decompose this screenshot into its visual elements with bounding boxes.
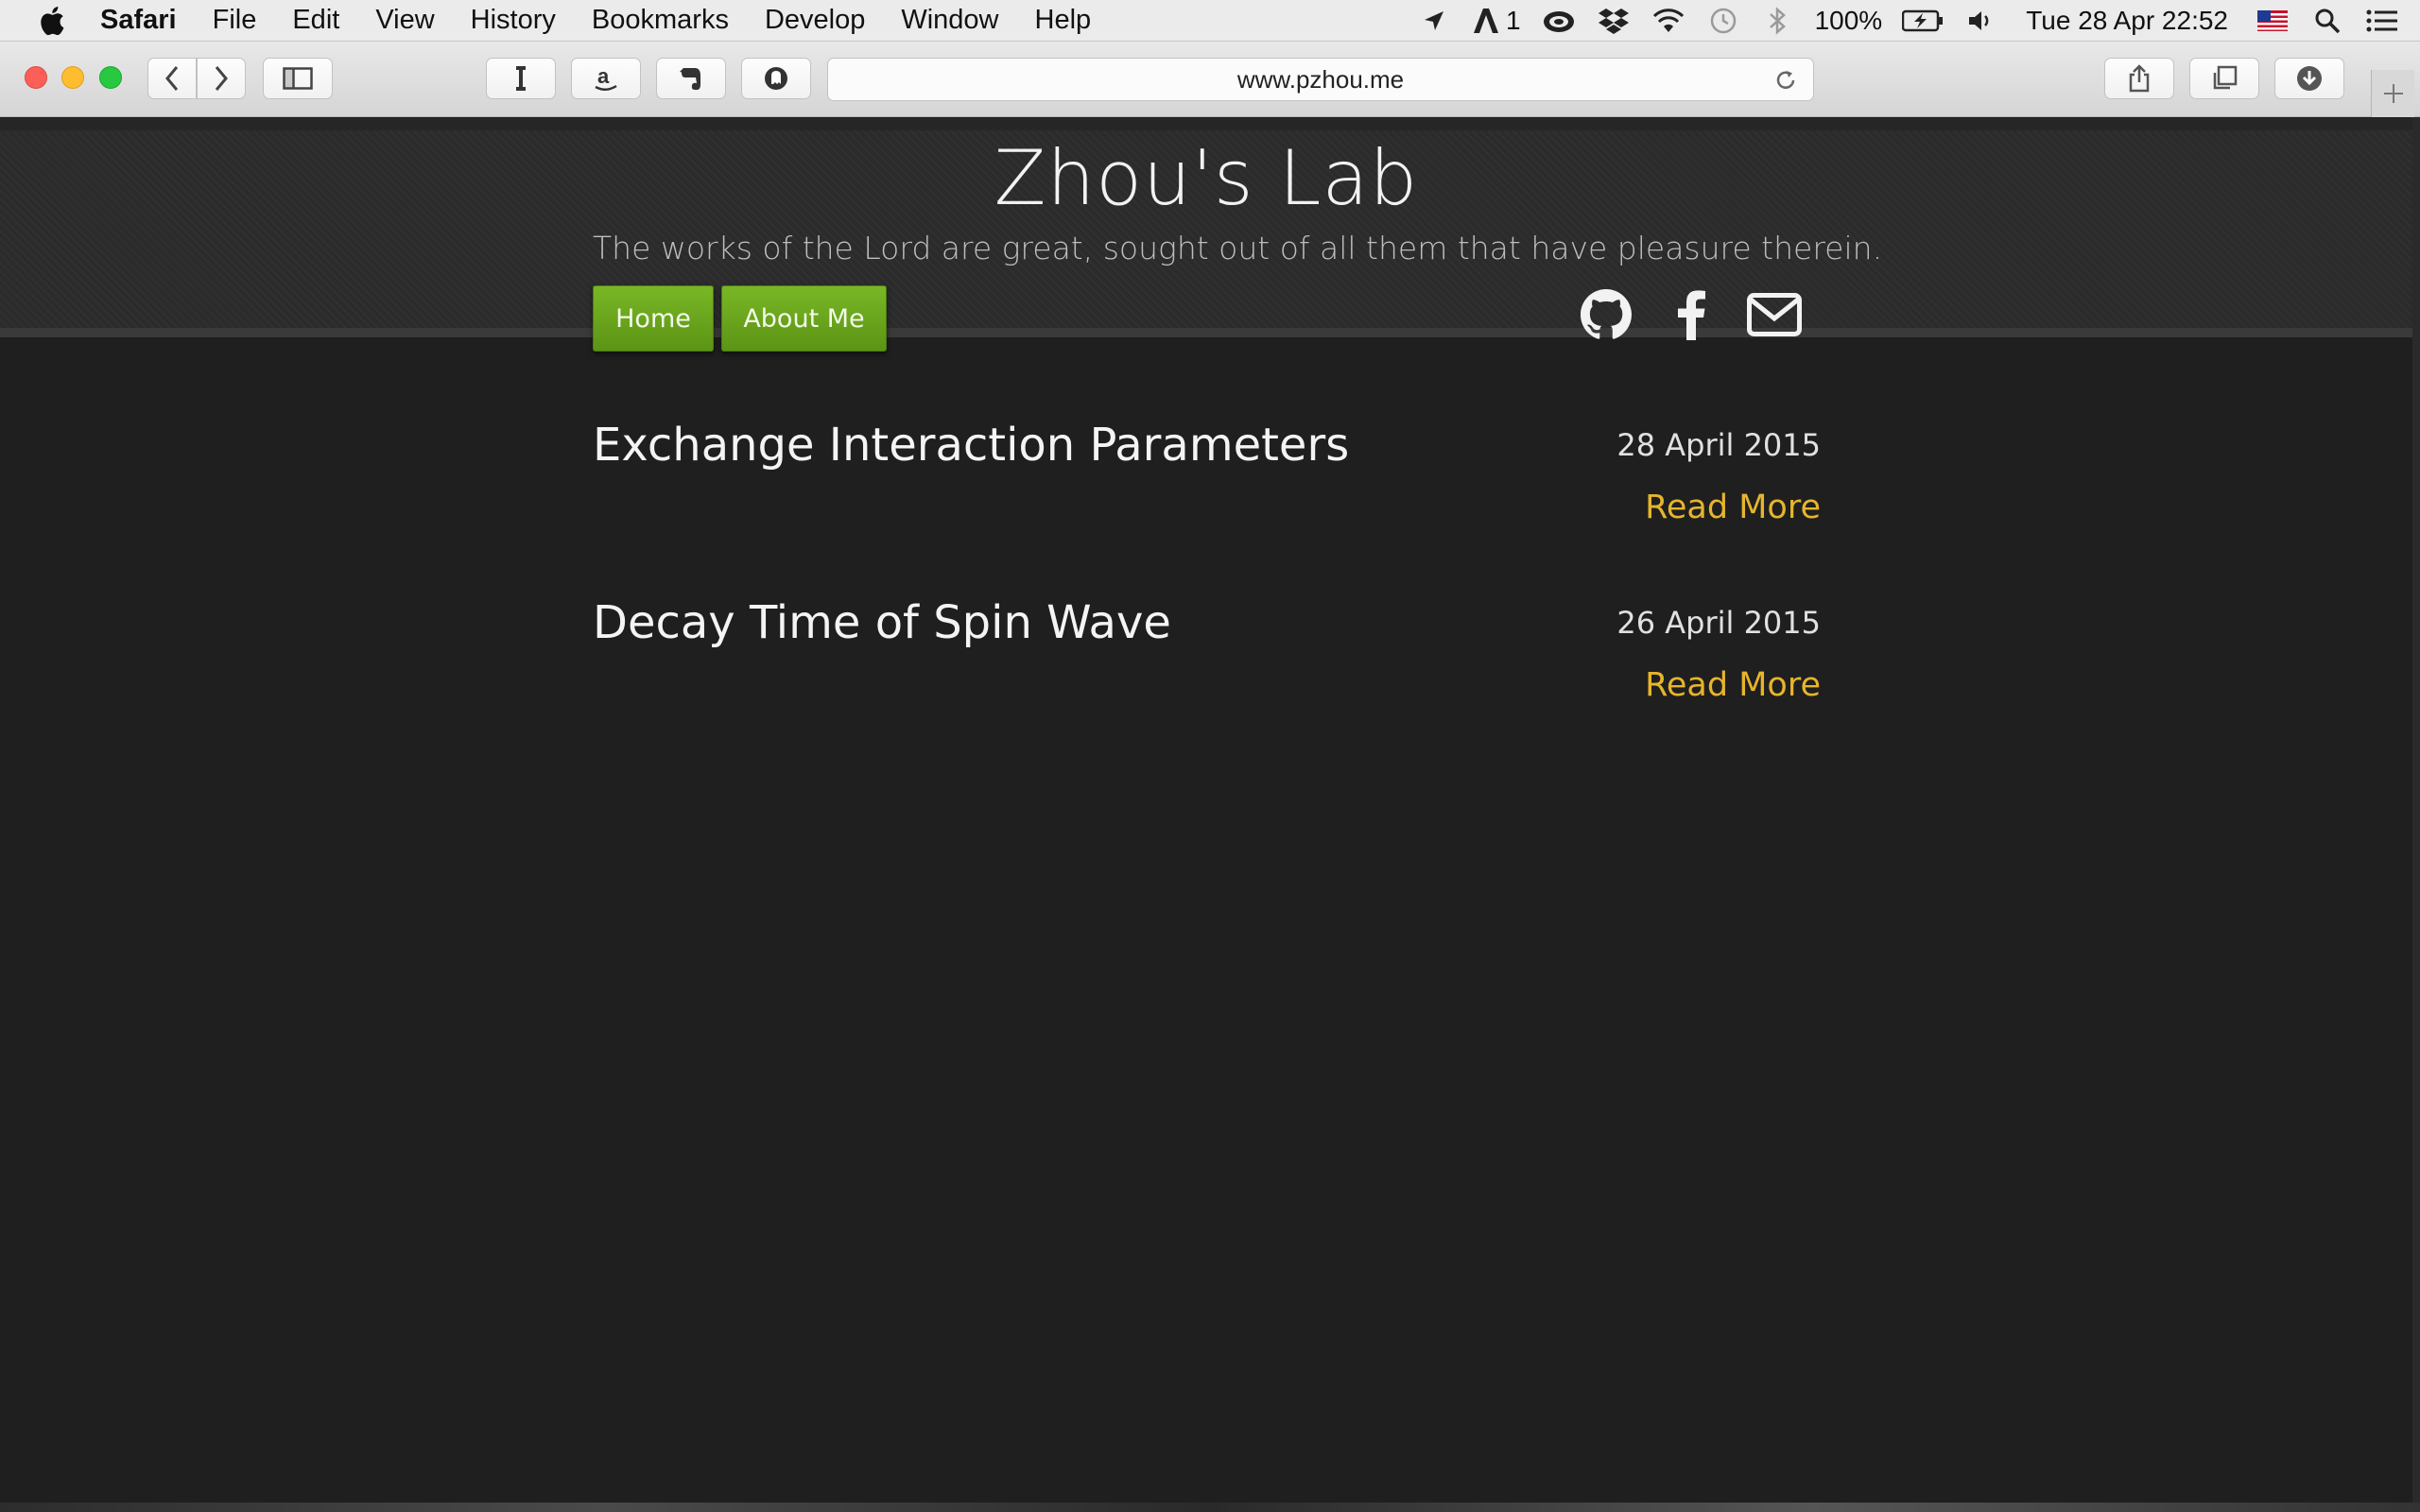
- zoom-window-button[interactable]: [99, 66, 122, 89]
- facebook-icon[interactable]: [1663, 286, 1720, 343]
- share-button[interactable]: [2104, 58, 2174, 99]
- spotlight-search-icon[interactable]: [2310, 4, 2344, 38]
- time-machine-icon[interactable]: [1706, 4, 1740, 38]
- show-all-tabs-button[interactable]: [2189, 58, 2259, 99]
- chevron-left-icon: [165, 66, 179, 91]
- evernote-icon: [680, 68, 700, 91]
- reload-icon[interactable]: [1772, 66, 1800, 94]
- desktop-edge: [2412, 117, 2420, 1512]
- nav-about-button[interactable]: About Me: [721, 285, 887, 352]
- us-flag-icon[interactable]: [2256, 4, 2290, 38]
- download-icon: [2297, 66, 2322, 91]
- menu-history[interactable]: History: [471, 5, 556, 36]
- dropbox-icon[interactable]: [1597, 4, 1631, 38]
- downloads-button[interactable]: [2274, 58, 2344, 99]
- post-date: 26 April 2015: [1616, 605, 1821, 641]
- creative-cloud-icon[interactable]: [1542, 4, 1576, 38]
- site-header: Zhou's Lab The works of the Lord are gre…: [0, 118, 2412, 352]
- menu-develop[interactable]: Develop: [765, 5, 865, 36]
- svg-text:a: a: [597, 64, 610, 88]
- sidebar-icon: [283, 67, 313, 90]
- instapaper-icon: [516, 66, 526, 91]
- ghostery-icon: [765, 67, 787, 90]
- post-title[interactable]: Decay Time of Spin Wave: [593, 596, 1171, 649]
- battery-icon[interactable]: [1902, 4, 1944, 38]
- close-window-button[interactable]: [25, 66, 47, 89]
- desktop-background: [0, 1503, 2420, 1512]
- extension-instapaper-button[interactable]: [486, 58, 556, 99]
- location-arrow-icon[interactable]: [1417, 4, 1451, 38]
- bluetooth-icon[interactable]: [1761, 4, 1795, 38]
- new-tab-button[interactable]: [2371, 70, 2414, 117]
- mail-icon[interactable]: [1746, 286, 1803, 343]
- address-bar[interactable]: www.pzhou.me: [827, 58, 1814, 101]
- web-page: Zhou's Lab The works of the Lord are gre…: [0, 118, 2412, 1503]
- forward-button[interactable]: [197, 58, 246, 99]
- battery-percentage: 100%: [1814, 6, 1883, 35]
- url-text[interactable]: www.pzhou.me: [1237, 65, 1404, 94]
- wifi-icon[interactable]: [1651, 4, 1685, 38]
- post-title[interactable]: Exchange Interaction Parameters: [593, 419, 1349, 472]
- tabs-overview-icon: [2213, 65, 2238, 90]
- menu-help[interactable]: Help: [1035, 5, 1092, 36]
- extension-evernote-button[interactable]: [656, 58, 726, 99]
- menu-bar: Safari File Edit View History Bookmarks …: [0, 0, 2420, 42]
- read-more-link[interactable]: Read More: [1645, 489, 1821, 526]
- share-icon: [2129, 64, 2150, 93]
- apple-menu-icon[interactable]: [38, 5, 66, 37]
- menu-bookmarks[interactable]: Bookmarks: [592, 5, 729, 36]
- nav-home-button[interactable]: Home: [593, 285, 714, 352]
- notification-center-icon[interactable]: [2365, 4, 2399, 38]
- clock[interactable]: Tue 28 Apr 22:52: [2026, 6, 2228, 36]
- github-icon[interactable]: [1578, 286, 1634, 343]
- menu-file[interactable]: File: [213, 5, 257, 36]
- chevron-right-icon: [215, 66, 228, 91]
- extension-ghostery-button[interactable]: [741, 58, 811, 99]
- status-area: 1 100% Tue 28 Apr 22:52: [1407, 0, 2420, 42]
- site-tagline: The works of the Lord are great, sought …: [593, 230, 1883, 266]
- adobe-icon[interactable]: 1: [1472, 4, 1521, 38]
- minimize-window-button[interactable]: [61, 66, 84, 89]
- extension-amazon-button[interactable]: a: [571, 58, 641, 99]
- back-button[interactable]: [147, 58, 197, 99]
- menu-window[interactable]: Window: [901, 5, 998, 36]
- volume-icon[interactable]: [1964, 4, 1998, 38]
- post-date: 28 April 2015: [1616, 427, 1821, 463]
- sidebar-toggle-button[interactable]: [263, 58, 333, 99]
- read-more-link[interactable]: Read More: [1645, 666, 1821, 704]
- site-title[interactable]: Zhou's Lab: [0, 134, 2412, 222]
- menu-edit[interactable]: Edit: [292, 5, 339, 36]
- menu-app-safari[interactable]: Safari: [100, 5, 177, 36]
- amazon-icon: a: [595, 64, 617, 91]
- adobe-count: 1: [1506, 6, 1521, 35]
- plus-icon: [2383, 84, 2403, 103]
- menu-view[interactable]: View: [375, 5, 434, 36]
